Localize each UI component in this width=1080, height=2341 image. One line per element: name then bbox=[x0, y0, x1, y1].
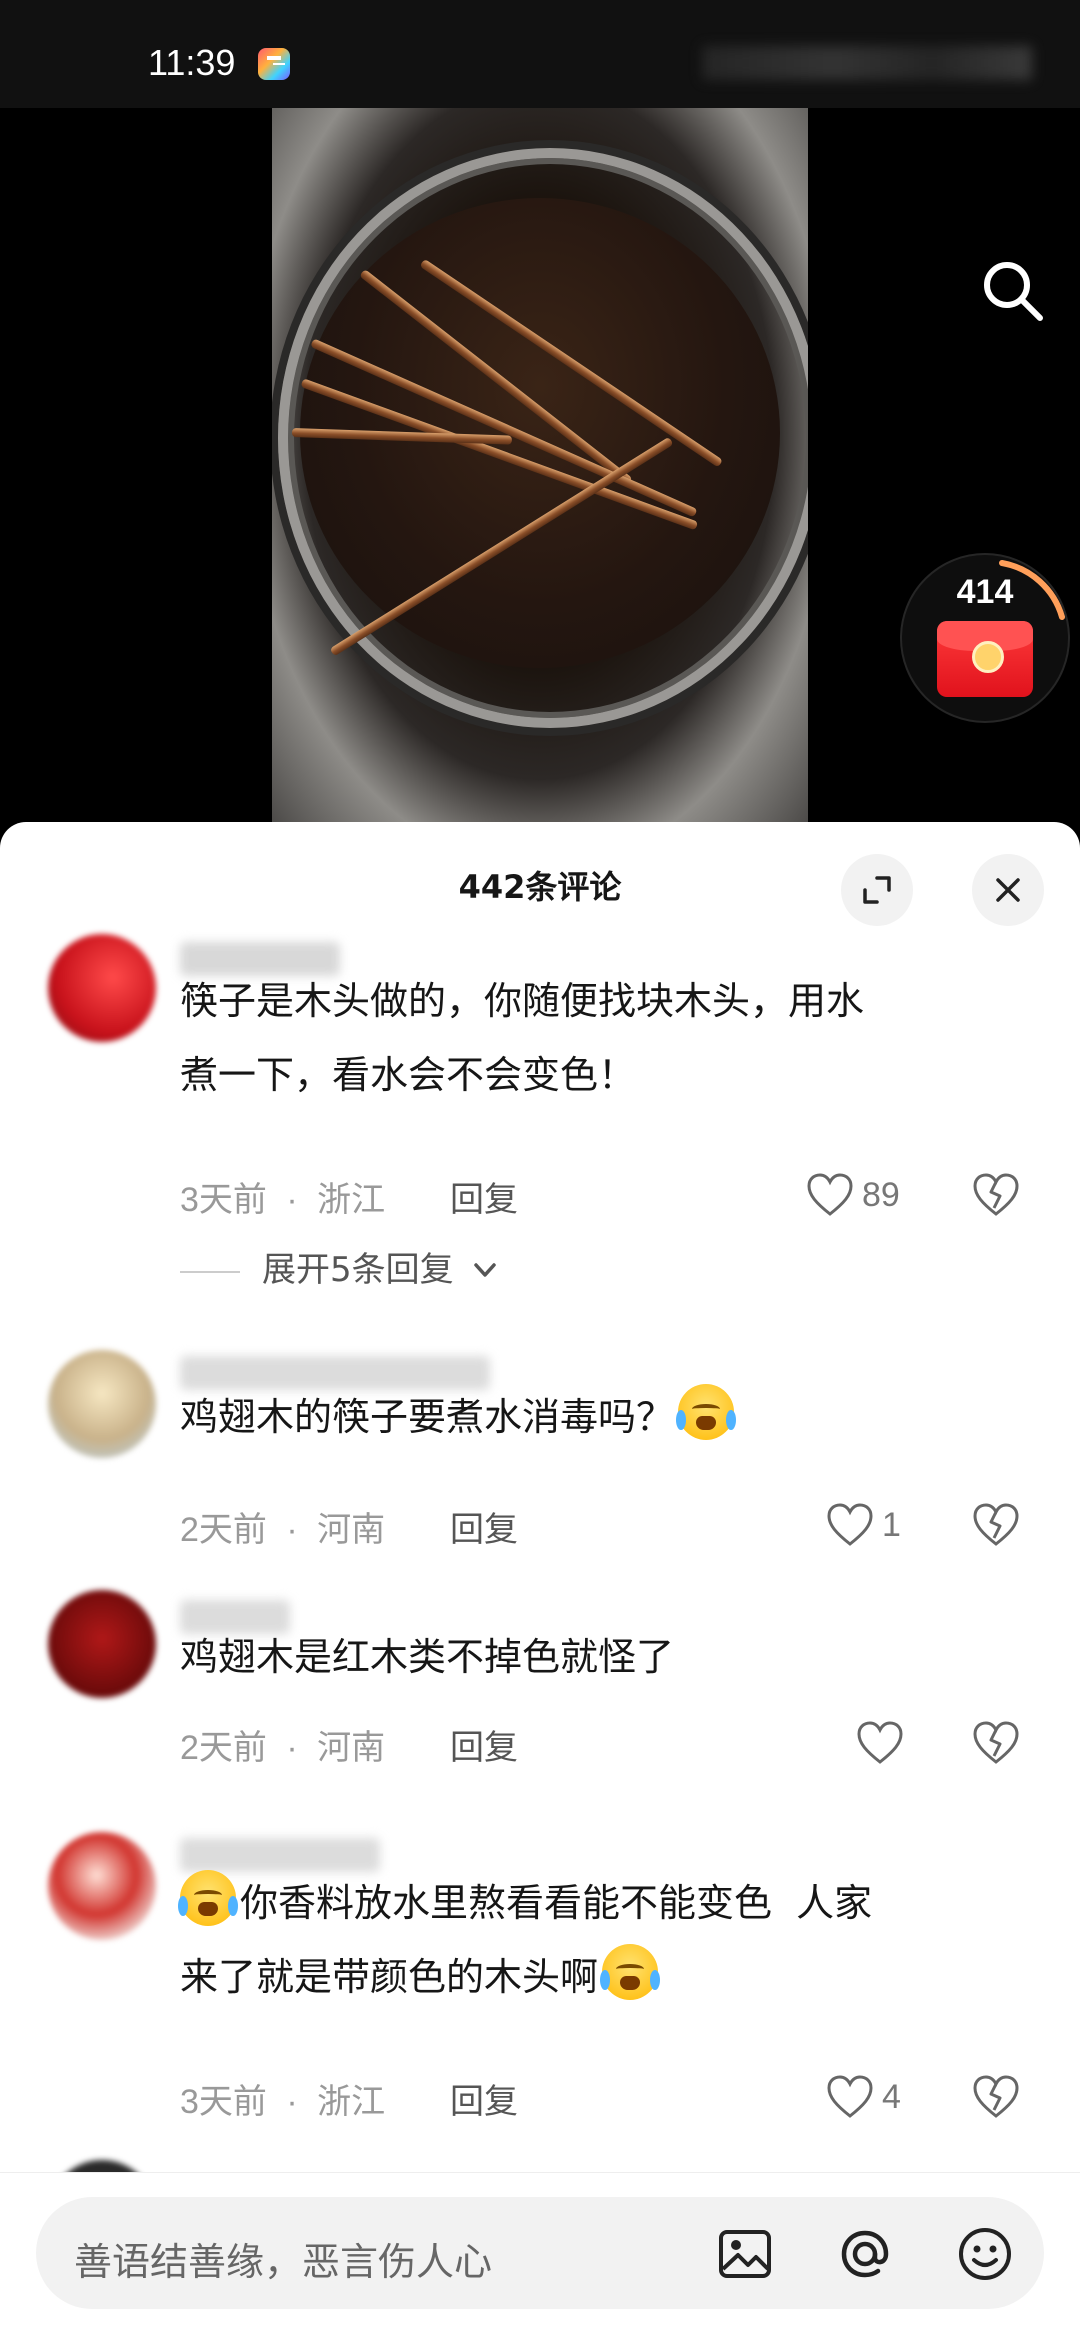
image-button[interactable] bbox=[716, 2225, 774, 2283]
like-button[interactable] bbox=[856, 1720, 916, 1770]
dislike-icon bbox=[973, 1721, 1019, 1764]
comment-location: 浙江 bbox=[317, 1181, 386, 1219]
dislike-button[interactable] bbox=[972, 1720, 1022, 1770]
comments-sheet: 442条评论 筷子是木头做的，你随便找块木头，用水 煮一下，看水会不会变色！ 3… bbox=[0, 822, 1080, 2340]
close-icon bbox=[996, 878, 1020, 902]
heart-icon bbox=[807, 1173, 853, 1216]
crying-laughing-emoji bbox=[676, 1384, 737, 1440]
like-button[interactable]: 89 bbox=[806, 1172, 926, 1222]
emoji-icon bbox=[959, 2228, 1011, 2280]
comment-meta: 3天前 · 浙江 bbox=[180, 1172, 385, 1221]
heart-icon bbox=[827, 1503, 873, 1546]
comment-meta: 2天前 · 河南 bbox=[180, 1720, 385, 1769]
comment-text-line: 鸡翅木的筷子要煮水消毒吗？ bbox=[180, 1395, 675, 1439]
mention-button[interactable] bbox=[836, 2225, 894, 2283]
comment-input[interactable]: 善语结善缘，恶言伤人心 bbox=[36, 2197, 1044, 2309]
comment-time: 2天前 bbox=[180, 1729, 267, 1767]
search-button[interactable] bbox=[978, 256, 1048, 326]
comment-item: 鸡翅木是红木类不掉色就怪了 2天前 · 河南 回复 bbox=[0, 1590, 1080, 1790]
comment-time: 2天前 bbox=[180, 1511, 267, 1549]
reply-button[interactable]: 回复 bbox=[450, 1172, 518, 1221]
reply-button[interactable]: 回复 bbox=[450, 1720, 518, 1769]
comment-input-bar: 善语结善缘，恶言伤人心 bbox=[0, 2172, 1080, 2341]
comment-location: 浙江 bbox=[317, 2083, 386, 2121]
comment-location: 河南 bbox=[317, 1729, 386, 1767]
reply-button[interactable]: 回复 bbox=[450, 1502, 518, 1551]
comment-text-line: 筷子是木头做的，你随便找块木头，用水 bbox=[180, 979, 865, 1023]
comment-input-placeholder: 善语结善缘，恶言伤人心 bbox=[74, 2240, 493, 2284]
comment-time: 3天前 bbox=[180, 2083, 267, 2121]
status-time: 11:39 bbox=[148, 42, 236, 83]
avatar[interactable] bbox=[48, 934, 156, 1042]
meta-separator: · bbox=[286, 1729, 298, 1767]
app-notification-icon bbox=[258, 48, 290, 80]
dislike-icon bbox=[973, 2075, 1019, 2118]
comment-text-part: 来了就是带颜色的木头啊 bbox=[180, 1955, 599, 1999]
like-count: 1 bbox=[882, 1506, 901, 1544]
comment-item: 你香料放水里熬看看能不能变色 人家 来了就是带颜色的木头啊 3天前 · 浙江 回… bbox=[0, 1832, 1080, 2132]
crying-laughing-emoji bbox=[600, 1944, 661, 2000]
video-frame bbox=[272, 108, 808, 828]
meta-separator: · bbox=[286, 2083, 298, 2121]
heart-icon bbox=[857, 1721, 903, 1764]
expand-replies-button[interactable]: 展开5条回复 bbox=[180, 1242, 500, 1291]
emoji-button[interactable] bbox=[956, 2225, 1014, 2283]
meta-separator: · bbox=[286, 1181, 298, 1219]
comment-location: 河南 bbox=[317, 1511, 386, 1549]
comment-text[interactable]: 筷子是木头做的，你随便找块木头，用水 煮一下，看水会不会变色！ bbox=[180, 964, 1020, 1112]
reply-button[interactable]: 回复 bbox=[450, 2074, 518, 2123]
comments-title: 442条评论 bbox=[458, 868, 622, 906]
comment-meta: 3天前 · 浙江 bbox=[180, 2074, 385, 2123]
comment-text[interactable]: 你香料放水里熬看看能不能变色 人家 来了就是带颜色的木头啊 bbox=[178, 1866, 1020, 2014]
dislike-icon bbox=[973, 1173, 1019, 1216]
comment-text-line: 来了就是带颜色的木头啊 bbox=[180, 1940, 1020, 2014]
close-button[interactable] bbox=[972, 854, 1044, 926]
expand-replies-label: 展开5条回复 bbox=[262, 1250, 454, 1290]
like-button[interactable]: 4 bbox=[826, 2074, 926, 2124]
heart-icon bbox=[827, 2075, 873, 2118]
comment-text-line: 你香料放水里熬看看能不能变色 人家 bbox=[178, 1866, 1020, 1940]
red-packet-widget[interactable]: 414 bbox=[900, 553, 1070, 723]
dislike-button[interactable] bbox=[972, 2074, 1022, 2124]
comment-text-line: 煮一下，看水会不会变色！ bbox=[180, 1053, 637, 1097]
status-bar: 11:39 bbox=[0, 0, 1080, 108]
comment-text[interactable]: 鸡翅木的筷子要煮水消毒吗？ bbox=[180, 1380, 1020, 1454]
dislike-button[interactable] bbox=[972, 1502, 1022, 1552]
comment-text-part: 你香料放水里熬看看能不能变色 人家 bbox=[240, 1881, 873, 1925]
avatar[interactable] bbox=[48, 1832, 156, 1940]
expand-button[interactable] bbox=[841, 854, 913, 926]
at-icon bbox=[841, 2230, 889, 2278]
like-button[interactable]: 1 bbox=[826, 1502, 926, 1552]
red-packet-count: 414 bbox=[956, 573, 1014, 611]
image-icon bbox=[719, 2230, 771, 2278]
comment-item: 筷子是木头做的，你随便找块木头，用水 煮一下，看水会不会变色！ 3天前 · 浙江… bbox=[0, 934, 1080, 1224]
avatar[interactable] bbox=[48, 1590, 156, 1698]
like-count: 89 bbox=[862, 1176, 900, 1214]
comment-text[interactable]: 鸡翅木是红木类不掉色就怪了 bbox=[180, 1620, 1020, 1694]
dislike-icon bbox=[973, 1503, 1019, 1546]
comment-meta: 2天前 · 河南 bbox=[180, 1502, 385, 1551]
crying-laughing-emoji bbox=[178, 1870, 238, 1926]
search-icon bbox=[984, 262, 1043, 321]
comment-item: 鸡翅木的筷子要煮水消毒吗？ 2天前 · 河南 回复 1 bbox=[0, 1350, 1080, 1570]
dislike-button[interactable] bbox=[972, 1172, 1022, 1222]
like-count: 4 bbox=[882, 2078, 901, 2116]
video-player[interactable]: 414 bbox=[0, 108, 1080, 828]
comment-time: 3天前 bbox=[180, 1181, 267, 1219]
meta-separator: · bbox=[286, 1511, 298, 1549]
avatar[interactable] bbox=[48, 1350, 156, 1458]
expand-icon bbox=[863, 876, 891, 904]
divider bbox=[180, 1270, 240, 1273]
status-indicators bbox=[702, 46, 1032, 80]
red-envelope-icon bbox=[937, 621, 1033, 697]
chevron-down-icon bbox=[474, 1263, 497, 1277]
